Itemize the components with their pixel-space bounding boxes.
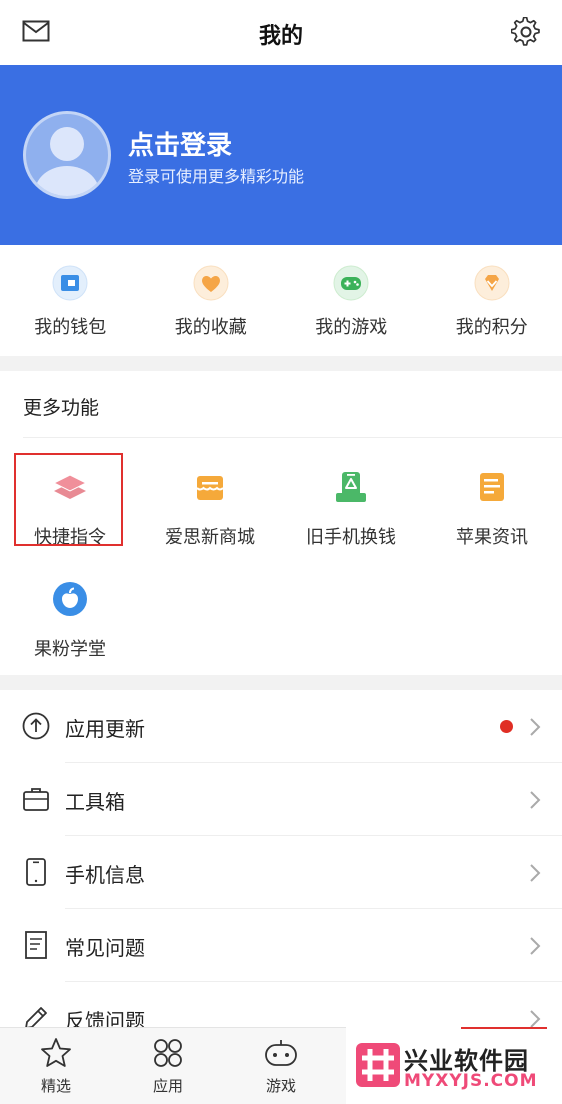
quick-item-label: 我的钱包 [34, 317, 107, 338]
tab-featured[interactable]: 精选 [0, 1028, 112, 1104]
page-title: 我的 [258, 24, 303, 49]
quick-item-label: 我的收藏 [174, 317, 247, 338]
tab-label: 精选 [40, 1077, 71, 1095]
document-icon [25, 931, 47, 959]
quick-item-games[interactable]: 我的游戏 [281, 245, 422, 356]
list-item-toolbox[interactable]: 工具箱 [0, 763, 562, 836]
function-label: 果粉学堂 [34, 639, 106, 660]
tab-label: 应用 [152, 1077, 183, 1095]
quick-access-row: 我的钱包 我的收藏 我的游戏 我的积分 [0, 245, 562, 356]
function-label: 旧手机换钱 [306, 527, 396, 548]
function-store[interactable]: 爱思新商城 [140, 453, 280, 553]
notification-dot [500, 720, 513, 733]
list-item-label: 常见问题 [65, 936, 145, 960]
list-item-label: 应用更新 [65, 717, 145, 741]
apple-icon [53, 582, 87, 616]
list-item-label: 手机信息 [65, 863, 145, 887]
chevron-right-icon [530, 791, 541, 809]
wallet-icon [52, 265, 88, 301]
gear-icon[interactable] [511, 17, 541, 47]
function-label: 爱思新商城 [165, 527, 255, 548]
quick-item-label: 我的游戏 [315, 317, 388, 338]
star-icon [41, 1038, 71, 1067]
profile-banner[interactable]: 点击登录 登录可使用更多精彩功能 [0, 65, 562, 245]
quick-item-points[interactable]: 我的积分 [422, 245, 562, 356]
selection-highlight-box [14, 453, 123, 546]
toolbox-icon [23, 788, 49, 811]
apps-icon [154, 1039, 182, 1067]
tab-label: 游戏 [265, 1077, 296, 1095]
divider [461, 1027, 547, 1029]
store-icon [196, 476, 224, 500]
section-title: 更多功能 [23, 397, 100, 419]
function-apple-news[interactable]: 苹果资讯 [422, 453, 562, 553]
watermark-domain: MYXYJS.COM [404, 1071, 538, 1091]
login-link[interactable]: 点击登录 [128, 125, 232, 162]
function-recycle-phone[interactable]: 旧手机换钱 [281, 453, 421, 553]
tab-games[interactable]: 游戏 [225, 1028, 337, 1104]
list-item-faq[interactable]: 常见问题 [0, 909, 562, 982]
quick-item-label: 我的积分 [455, 317, 528, 338]
chevron-right-icon [530, 864, 541, 882]
settings-list: 应用更新 工具箱 手机信息 常见问题 反馈问题 [0, 690, 562, 1033]
phone-icon [26, 858, 46, 886]
heart-icon [193, 265, 229, 301]
points-icon [474, 265, 510, 301]
login-subtitle: 登录可使用更多精彩功能 [128, 167, 305, 186]
watermark: 兴业软件园 MYXYJS.COM [346, 1027, 562, 1104]
chevron-right-icon [530, 718, 541, 736]
news-icon [480, 473, 504, 501]
top-bar: 我的 [0, 0, 562, 65]
function-apple-school[interactable]: 果粉学堂 [0, 565, 140, 665]
game-controller-icon [265, 1040, 297, 1066]
user-silhouette-icon [35, 127, 99, 196]
list-item-app-update[interactable]: 应用更新 [0, 690, 562, 763]
list-item-label: 工具箱 [65, 790, 125, 814]
avatar[interactable] [23, 111, 111, 199]
upload-arrow-icon [22, 712, 50, 740]
quick-item-wallet[interactable]: 我的钱包 [0, 245, 141, 356]
watermark-logo-icon [356, 1043, 400, 1087]
quick-item-favorites[interactable]: 我的收藏 [141, 245, 282, 356]
list-item-phone-info[interactable]: 手机信息 [0, 836, 562, 909]
gamepad-icon [333, 265, 369, 301]
function-label: 苹果资讯 [456, 527, 528, 548]
recycle-phone-icon [336, 472, 366, 502]
chevron-right-icon [530, 937, 541, 955]
tab-apps[interactable]: 应用 [112, 1028, 224, 1104]
divider [23, 437, 562, 438]
